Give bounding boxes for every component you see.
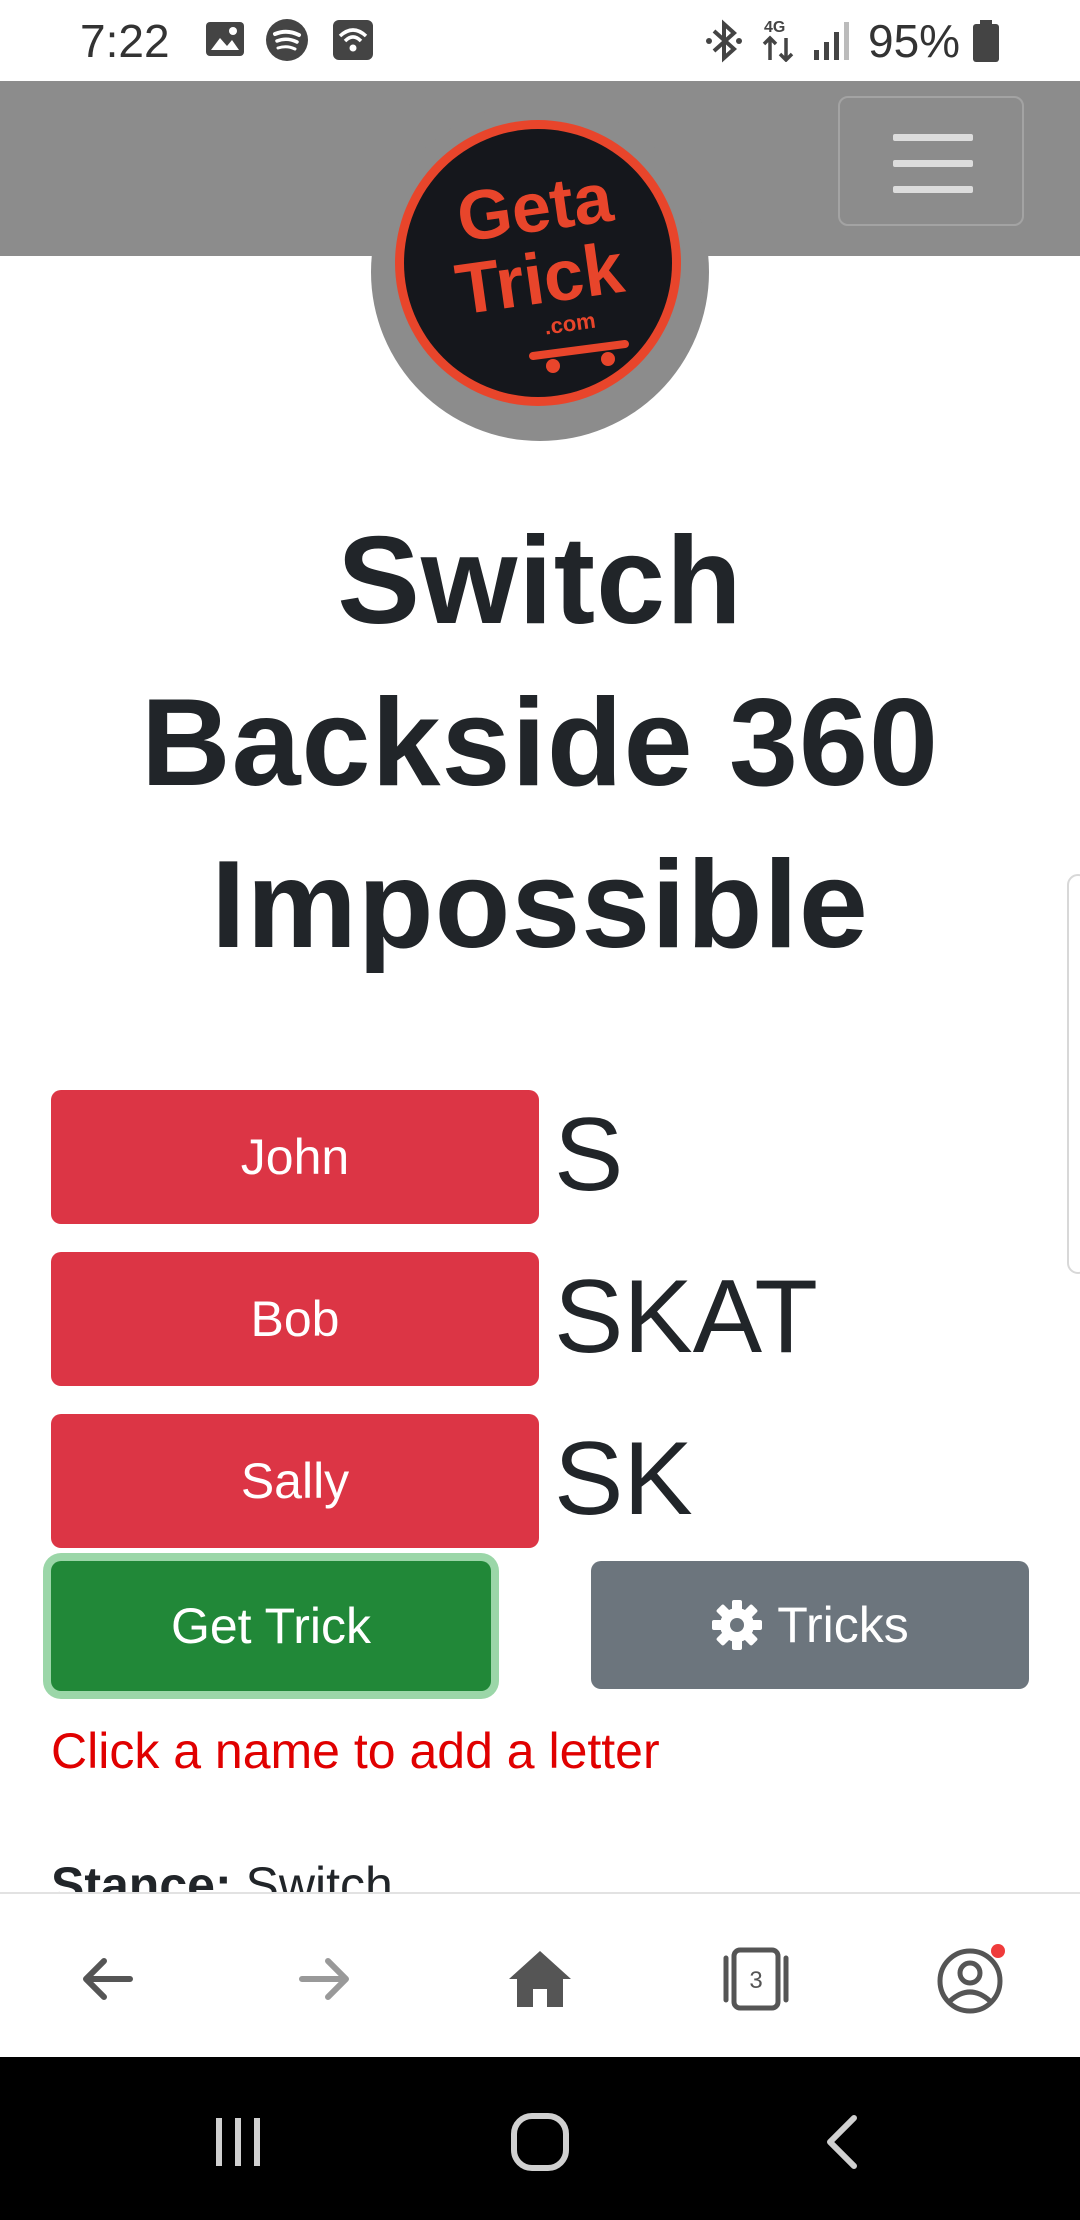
status-bar: 7:22 4G 95% [0, 0, 1080, 81]
battery-percent: 95% [868, 15, 961, 67]
trick-title: Switch Backside 360 Impossible [141, 512, 939, 974]
recents-icon [216, 2118, 260, 2166]
android-nav-bar [0, 2057, 1080, 2220]
recents-button[interactable] [188, 2097, 288, 2187]
back-nav-button[interactable] [794, 2097, 894, 2187]
forward-button[interactable] [279, 1934, 369, 2024]
wifi-calling-icon [331, 18, 375, 67]
spotify-icon [265, 18, 309, 67]
back-button[interactable] [63, 1934, 153, 2024]
player-button-john[interactable]: John [51, 1090, 539, 1224]
forward-arrow-icon [299, 1958, 349, 2000]
player-letters-john: S [554, 1097, 624, 1213]
logo-icon: Geta Trick .com [395, 120, 681, 406]
hamburger-menu-button[interactable] [838, 96, 1024, 226]
hamburger-menu-bar [893, 160, 973, 167]
edge-panel-handle[interactable] [1067, 874, 1080, 1274]
chevron-left-icon [827, 2115, 857, 2169]
tricks-button[interactable]: Tricks [591, 1561, 1029, 1689]
browser-toolbar: 3 [0, 1892, 1080, 2059]
site-logo[interactable]: Geta Trick .com [371, 103, 709, 441]
player-button-sally[interactable]: Sally [51, 1414, 539, 1548]
battery-icon [972, 20, 1000, 67]
player-button-bob[interactable]: Bob [51, 1252, 539, 1386]
svg-text:3: 3 [749, 1967, 762, 1994]
home-button[interactable] [495, 1934, 585, 2024]
home-circle-icon [511, 2113, 569, 2171]
data-arrows-icon: 4G [758, 16, 798, 67]
gallery-icon [204, 18, 246, 65]
status-time: 7:22 [80, 15, 170, 67]
home-nav-button[interactable] [490, 2097, 590, 2187]
hamburger-menu-icon [893, 134, 973, 141]
home-icon [509, 1951, 571, 2007]
profile-icon [937, 1944, 1005, 2014]
gear-icon [712, 1600, 763, 1650]
svg-text:4G: 4G [764, 19, 785, 36]
tabs-button[interactable]: 3 [711, 1934, 801, 2024]
tabs-icon: 3 [723, 1947, 789, 2011]
back-arrow-icon [83, 1958, 133, 2000]
bluetooth-icon [704, 18, 744, 69]
signal-icon [812, 18, 854, 67]
player-letters-sally: SK [554, 1421, 693, 1537]
hamburger-menu-bar [893, 186, 973, 193]
player-letters-bob: SKAT [554, 1259, 818, 1375]
tricks-button-label: Tricks [777, 1597, 909, 1653]
profile-button[interactable] [927, 1934, 1017, 2024]
get-trick-button[interactable]: Get Trick [51, 1561, 491, 1691]
hint-text: Click a name to add a letter [51, 1723, 660, 1779]
